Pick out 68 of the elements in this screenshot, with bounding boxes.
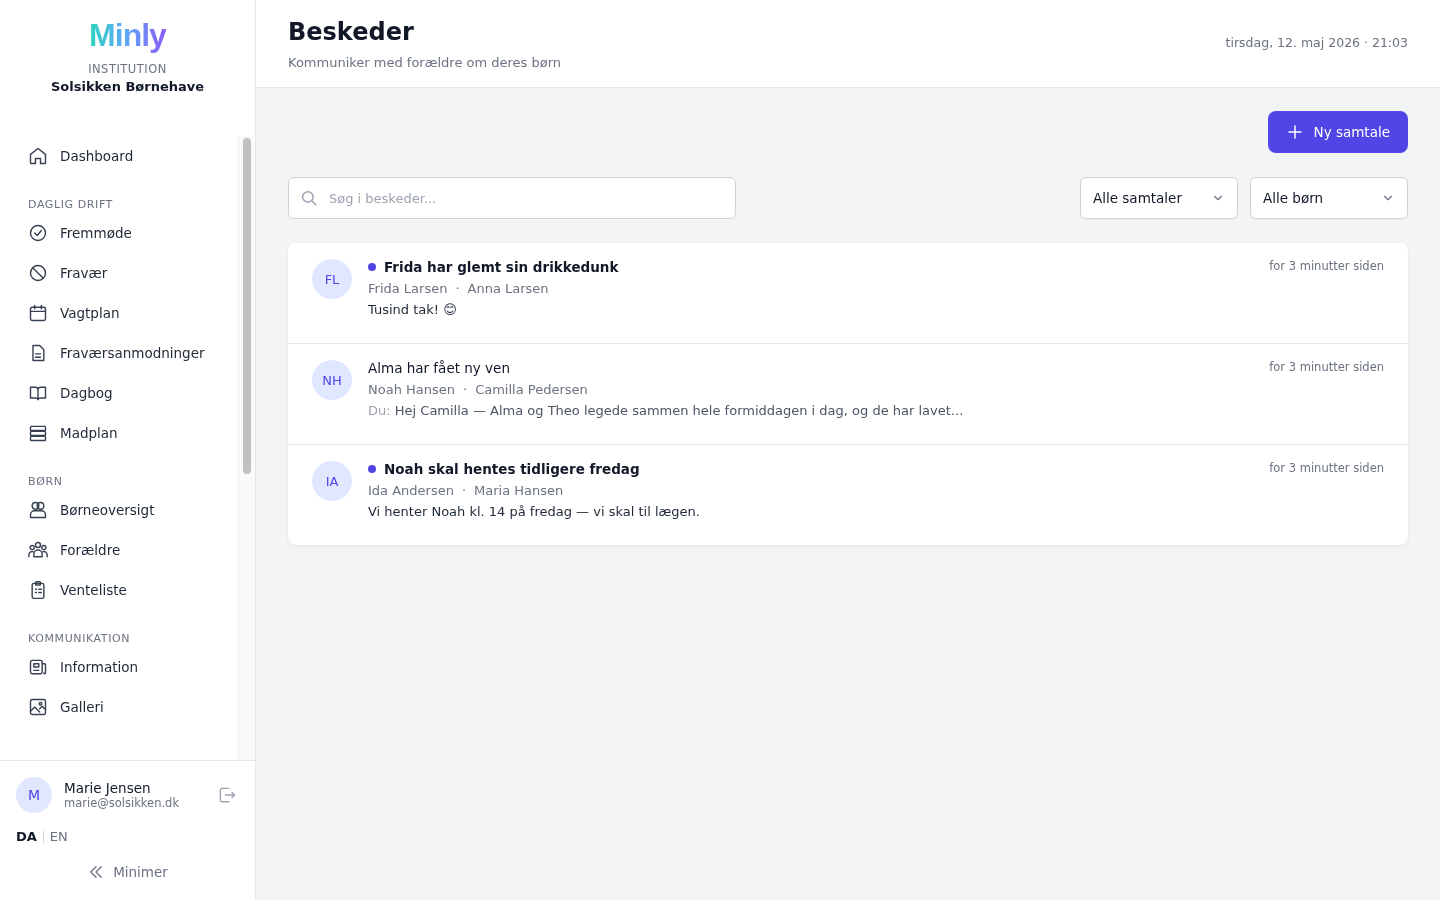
calendar-icon [28, 303, 48, 323]
search-field[interactable]: Søg i beskeder... [288, 177, 736, 219]
conversation-item[interactable]: NH Alma har fået ny ven for 3 minutter siden Noah Hansen · Camilla Pedersen Du: Hej Camilla — Alma og Theo legede sammen hele formiddagen i dag, og de har lavet... [288, 344, 1408, 445]
image-icon [28, 697, 48, 717]
conversation-title: Noah skal hentes tidligere fredag [384, 461, 640, 477]
message-preview: Vi henter Noah kl. 14 på fredag — vi skal til lægen. [368, 504, 700, 519]
date-time: tirsdag, 12. maj 2026 · 21:03 [1225, 35, 1408, 50]
ban-icon [28, 263, 48, 283]
sidebar-item[interactable]: Information [16, 647, 224, 687]
avatar: NH [312, 360, 352, 400]
sidebar-item[interactable]: Forældre [16, 530, 224, 570]
conversation-item[interactable]: FL Frida har glemt sin drikkedunk for 3 minutter siden Frida Larsen · Anna Larsen Tusind tak! 😊 [288, 243, 1408, 344]
users-icon [28, 500, 48, 520]
institution-label: INSTITUTION [88, 62, 167, 76]
news-icon [28, 657, 48, 677]
sidebar-item[interactable]: Fravær [16, 253, 224, 293]
timestamp: for 3 minutter siden [1269, 259, 1384, 273]
clipboard-icon [28, 580, 48, 600]
parent-name: Camilla Pedersen [475, 382, 588, 397]
filter-dropdown[interactable]: Alle samtaler [1080, 177, 1238, 219]
logout-icon[interactable] [217, 785, 237, 805]
scrollbar[interactable] [238, 136, 255, 760]
conversation-title: Frida har glemt sin drikkedunk [384, 259, 619, 275]
page-title: Beskeder [288, 17, 415, 48]
filter-dropdown[interactable]: Alle børn [1250, 177, 1408, 219]
sidebar-item[interactable]: Fraværsanmodninger [16, 333, 224, 373]
parent-name: Maria Hansen [474, 483, 564, 498]
separator-dot: · [461, 483, 467, 498]
sidebar-item[interactable]: Venteliste [16, 570, 224, 610]
separator-dot: · [463, 382, 468, 397]
section-heading: BØRN [27, 475, 64, 488]
conversation-item[interactable]: IA Noah skal hentes tidligere fredag for 3 minutter siden Ida Andersen · Maria Hansen Vi henter Noah kl. 14 på fredag — vi skal til lægen. [288, 445, 1408, 545]
sidebar-item[interactable]: Dagbog [16, 373, 224, 413]
page-subtitle: Kommuniker med forældre om deres børn [288, 55, 562, 70]
sidebar-item[interactable]: Galleri [16, 687, 224, 727]
timestamp: for 3 minutter siden [1269, 461, 1384, 475]
avatar: FL [312, 259, 352, 299]
conversation-title: Alma har fået ny ven [368, 360, 510, 376]
language-option[interactable]: EN [49, 829, 68, 844]
new-conversation-button[interactable]: Ny samtale [1267, 111, 1408, 153]
sidebar-item[interactable]: Vagtplan [16, 293, 224, 333]
user-name: Marie Jensen [64, 780, 152, 796]
child-name: Noah Hansen [368, 382, 455, 397]
avatar: IA [312, 461, 352, 501]
check-circle-icon [28, 223, 48, 243]
language-option[interactable]: DA [16, 829, 37, 844]
institution-name: Solsikken Børnehave [50, 79, 205, 94]
user-avatar: M [16, 777, 52, 813]
user-email: marie@solsikken.dk [64, 796, 181, 810]
section-heading: DAGLIG DRIFT [27, 198, 114, 211]
separator-dot: · [455, 281, 460, 296]
sidebar-item[interactable]: Børneoversigt [16, 490, 224, 530]
home-icon [28, 146, 48, 166]
group-icon [28, 540, 48, 560]
stack-icon [28, 423, 48, 443]
timestamp: for 3 minutter siden [1269, 360, 1384, 374]
collapse-button[interactable]: Minimer [81, 862, 174, 882]
message-preview: Du: Hej Camilla — Alma og Theo legede sammen hele formiddagen i dag, og de har lavet... [368, 403, 964, 418]
sidebar-item[interactable]: Dashboard [16, 136, 224, 176]
parent-name: Anna Larsen [467, 281, 549, 296]
sidebar-item[interactable]: Madplan [16, 413, 224, 453]
section-heading: KOMMUNIKATION [27, 632, 132, 645]
child-name: Frida Larsen [368, 281, 448, 296]
sidebar-item[interactable]: Fremmøde [16, 213, 224, 253]
plus-icon [1285, 123, 1304, 141]
child-name: Ida Andersen [368, 483, 454, 498]
book-icon [28, 383, 48, 403]
message-preview: Tusind tak! 😊 [368, 302, 457, 317]
